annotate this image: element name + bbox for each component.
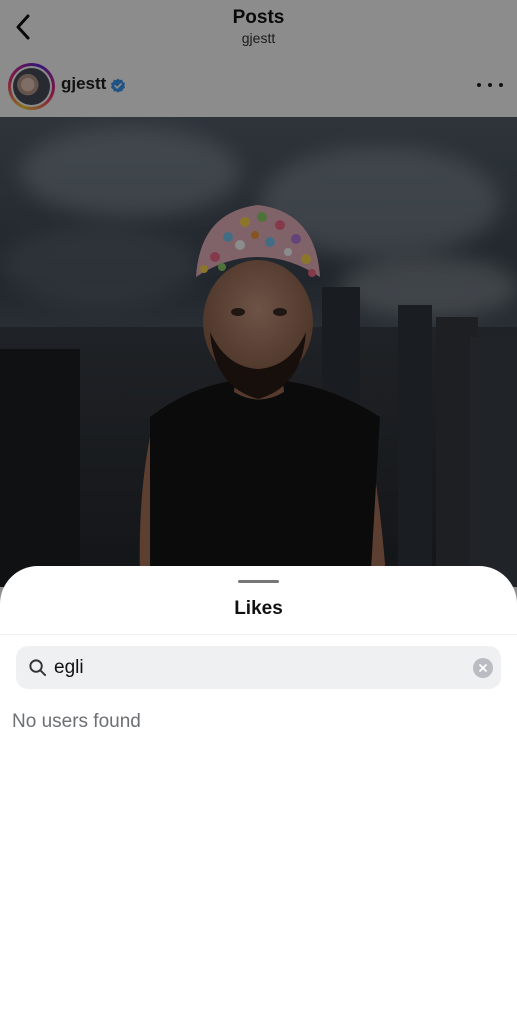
post-likes-screen: Posts gjestt gjestt Likes egli No users … bbox=[0, 0, 517, 1024]
sheet-grabber[interactable] bbox=[238, 580, 279, 583]
search-icon bbox=[29, 659, 47, 677]
empty-state-message: No users found bbox=[12, 711, 141, 732]
search-query[interactable]: egli bbox=[54, 657, 84, 679]
search-input[interactable]: egli bbox=[16, 646, 501, 689]
clear-icon bbox=[479, 664, 487, 672]
divider bbox=[0, 634, 517, 635]
modal-backdrop[interactable] bbox=[0, 0, 517, 640]
likes-sheet: Likes egli No users found bbox=[0, 566, 517, 1024]
sheet-title: Likes bbox=[234, 598, 283, 619]
clear-search-button[interactable] bbox=[473, 658, 493, 678]
